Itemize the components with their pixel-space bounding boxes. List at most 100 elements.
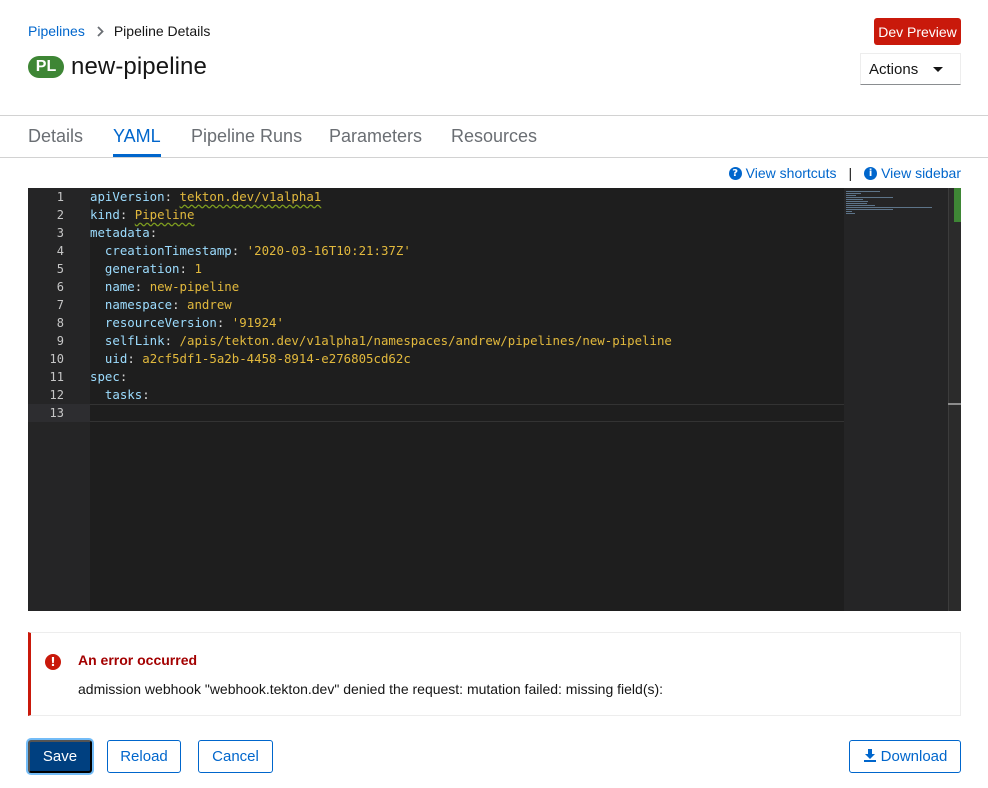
actions-dropdown[interactable]: Actions bbox=[860, 53, 961, 85]
actions-label: Actions bbox=[869, 60, 919, 78]
code-line: creationTimestamp: '2020-03-16T10:21:37Z… bbox=[90, 242, 411, 260]
download-icon bbox=[863, 748, 881, 766]
code-line: generation: 1 bbox=[90, 260, 202, 278]
cancel-button[interactable]: Cancel bbox=[198, 740, 273, 773]
yaml-punct: : bbox=[179, 261, 195, 276]
line-number: 11 bbox=[49, 370, 64, 384]
yaml-punct: : bbox=[216, 315, 232, 330]
tab-resources[interactable]: Resources bbox=[451, 126, 537, 157]
yaml-punct: : bbox=[231, 243, 247, 258]
minimap-line bbox=[846, 213, 855, 214]
line-number: 7 bbox=[56, 298, 64, 312]
minimap-line bbox=[846, 197, 894, 198]
yaml-editor[interactable]: 1 2 3 4 5 6 7 8 9 10 11 12 13 apiVersion: tekton.dev… bbox=[28, 188, 961, 611]
code-line: kind: Pipeline bbox=[90, 206, 194, 224]
breadcrumb: Pipelines Pipeline Details bbox=[28, 23, 210, 39]
yaml-punct bbox=[90, 261, 105, 276]
tab-yaml[interactable]: YAML bbox=[113, 126, 161, 157]
yaml-punct bbox=[90, 315, 105, 330]
minimap-line bbox=[846, 209, 894, 210]
editor-minimap[interactable] bbox=[844, 188, 948, 611]
exclamation-circle-icon: ! bbox=[45, 654, 61, 670]
yaml-value: 1 bbox=[194, 261, 202, 276]
breadcrumb-current: Pipeline Details bbox=[113, 23, 211, 39]
line-number: 5 bbox=[56, 262, 64, 276]
yaml-key: tasks bbox=[104, 387, 143, 402]
code-line: namespace: andrew bbox=[90, 296, 232, 314]
yaml-punct bbox=[90, 333, 105, 348]
yaml-key: namespace bbox=[104, 297, 173, 312]
caret-down-icon bbox=[933, 67, 943, 72]
scrollbar-cursor-marker bbox=[948, 403, 961, 405]
code-line: spec: bbox=[90, 368, 127, 386]
error-alert: ! An error occurred admission webhook "w… bbox=[28, 632, 961, 716]
line-number: 12 bbox=[49, 388, 64, 402]
code-line: resourceVersion: '91924' bbox=[90, 314, 284, 332]
download-button[interactable]: Download bbox=[849, 740, 961, 773]
tab-parameters[interactable]: Parameters bbox=[329, 126, 422, 157]
yaml-value: tekton.dev/v1alpha1 bbox=[179, 189, 322, 204]
yaml-value: '2020-03-16T10:21:37Z' bbox=[246, 243, 411, 258]
editor-shortcuts: ? View shortcuts | i View sidebar bbox=[728, 165, 961, 181]
alert-message: admission webhook "webhook.tekton.dev" d… bbox=[78, 681, 664, 697]
resource-badge: PL bbox=[28, 56, 64, 78]
scrollbar-thumb[interactable] bbox=[954, 188, 961, 222]
yaml-key: resourceVersion bbox=[104, 315, 217, 330]
yaml-punct: : bbox=[127, 351, 143, 366]
line-number: 13 bbox=[49, 406, 64, 420]
breadcrumb-pipelines-link[interactable]: Pipelines bbox=[28, 23, 85, 39]
view-sidebar-label: View sidebar bbox=[881, 165, 961, 181]
reload-button[interactable]: Reload bbox=[107, 740, 181, 773]
code-line: uid: a2cf5df1-5a2b-4458-8914-e276805cd62… bbox=[90, 350, 411, 368]
yaml-punct: : bbox=[142, 387, 150, 402]
yaml-punct: : bbox=[134, 279, 150, 294]
line-number: 10 bbox=[49, 352, 64, 366]
minimap-line bbox=[846, 207, 932, 208]
save-button[interactable]: Save bbox=[28, 740, 92, 773]
yaml-punct: : bbox=[164, 189, 180, 204]
yaml-key: name bbox=[104, 279, 135, 294]
view-shortcuts-label: View shortcuts bbox=[745, 165, 837, 181]
line-number: 3 bbox=[56, 226, 64, 240]
yaml-value: /apis/tekton.dev/v1alpha1/namespaces/and… bbox=[179, 333, 672, 348]
yaml-punct: : bbox=[164, 333, 180, 348]
code-area[interactable]: apiVersion: tekton.dev/v1alpha1 kind: Pip… bbox=[90, 188, 844, 611]
yaml-punct bbox=[90, 387, 105, 402]
line-number: 4 bbox=[56, 244, 64, 258]
yaml-punct bbox=[90, 243, 105, 258]
yaml-punct bbox=[90, 297, 105, 312]
tab-details[interactable]: Details bbox=[28, 126, 83, 157]
current-line-highlight bbox=[90, 404, 844, 422]
page-title: new-pipeline bbox=[71, 53, 207, 80]
yaml-value: a2cf5df1-5a2b-4458-8914-e276805cd62c bbox=[142, 351, 411, 366]
code-line: metadata: bbox=[90, 224, 157, 242]
yaml-key: uid bbox=[104, 351, 128, 366]
code-line: name: new-pipeline bbox=[90, 278, 239, 296]
yaml-key: apiVersion bbox=[90, 189, 165, 204]
view-sidebar-link[interactable]: i View sidebar bbox=[864, 165, 961, 181]
chevron-right-icon bbox=[97, 25, 104, 37]
yaml-key: selfLink bbox=[104, 333, 165, 348]
code-line: selfLink: /apis/tekton.dev/v1alpha1/name… bbox=[90, 332, 672, 350]
yaml-key: kind bbox=[90, 207, 120, 222]
yaml-punct bbox=[90, 351, 105, 366]
yaml-punct: : bbox=[119, 369, 128, 384]
download-label: Download bbox=[880, 748, 948, 765]
yaml-key: creationTimestamp bbox=[104, 243, 232, 258]
yaml-value: Pipeline bbox=[134, 207, 195, 222]
yaml-punct: : bbox=[149, 225, 158, 240]
yaml-key: generation bbox=[104, 261, 180, 276]
separator: | bbox=[848, 165, 853, 181]
alert-title: An error occurred bbox=[78, 652, 198, 668]
editor-scrollbar[interactable] bbox=[948, 188, 961, 611]
page-heading: PL new-pipeline bbox=[28, 53, 207, 81]
minimap-line bbox=[846, 193, 862, 194]
question-circle-icon: ? bbox=[728, 166, 742, 180]
minimap-line bbox=[846, 211, 852, 212]
yaml-value: new-pipeline bbox=[149, 279, 240, 294]
line-number: 2 bbox=[56, 208, 64, 222]
yaml-key: spec bbox=[90, 369, 120, 384]
tab-pipeline-runs[interactable]: Pipeline Runs bbox=[191, 126, 302, 157]
tab-bar: Details YAML Pipeline Runs Parameters Re… bbox=[0, 116, 988, 158]
view-shortcuts-link[interactable]: ? View shortcuts bbox=[728, 165, 837, 181]
